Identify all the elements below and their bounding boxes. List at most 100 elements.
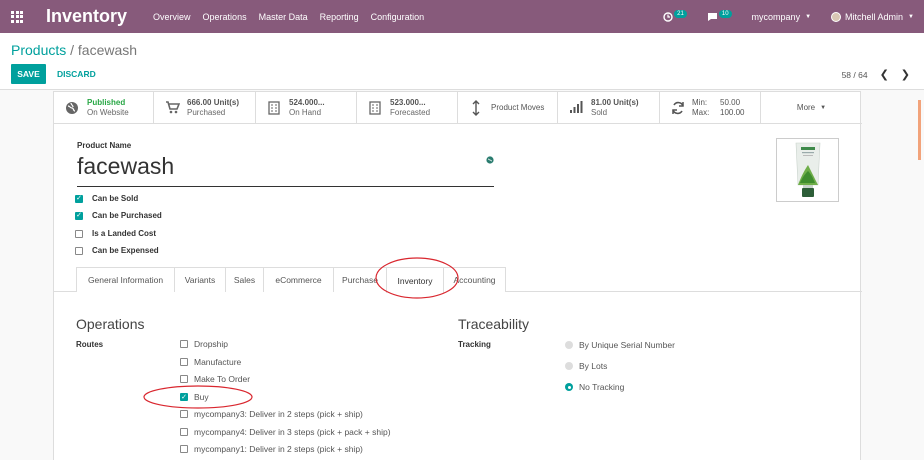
main-menu: Overview Operations Master Data Reportin… [153, 12, 436, 22]
route-checkbox[interactable] [180, 340, 188, 348]
can-be-sold-checkbox[interactable]: ✓ [75, 194, 83, 203]
can-be-purchased-row[interactable]: ✓ Can be Purchased [75, 211, 162, 220]
route-buy[interactable]: ✓ Buy [180, 392, 209, 402]
published-subtitle: On Website [87, 107, 129, 117]
sold-qty: 81.00 Unit(s) [591, 97, 639, 107]
purchased-qty: 666.00 Unit(s) [187, 97, 240, 107]
forecasted-qty: 523.000... [390, 97, 426, 107]
forecasted-label: Forecasted [390, 107, 431, 117]
company-switcher[interactable]: mycompany ▼ [752, 12, 811, 22]
tracking-none-option[interactable]: No Tracking [565, 382, 624, 392]
pager-value[interactable]: 58 / 64 [842, 70, 868, 80]
can-be-sold-row[interactable]: ✓ Can be Sold [75, 194, 138, 203]
activity-button[interactable]: 21 [663, 9, 687, 22]
pager: 58 / 64 ❮ ❯ [842, 68, 910, 81]
save-button[interactable]: SAVE [11, 64, 46, 84]
route-label: mycompany3: Deliver in 2 steps (pick + s… [194, 409, 363, 419]
tab-general-information[interactable]: General Information [76, 267, 175, 292]
route-checkbox[interactable]: ✓ [180, 393, 188, 401]
translate-globe-icon[interactable] [486, 156, 494, 164]
reordering-rules-button[interactable]: Min: 50.00 Max: 100.00 [660, 92, 761, 123]
menu-reporting[interactable]: Reporting [320, 12, 359, 22]
tab-accounting[interactable]: Accounting [443, 267, 506, 292]
purchased-button[interactable]: 666.00 Unit(s) Purchased [154, 92, 256, 123]
menu-overview[interactable]: Overview [153, 12, 191, 22]
route-mycompany1[interactable]: mycompany1: Deliver in 2 steps (pick + s… [180, 444, 363, 454]
menu-master-data[interactable]: Master Data [259, 12, 308, 22]
apps-menu-icon[interactable] [0, 0, 34, 33]
top-navbar: Inventory Overview Operations Master Dat… [0, 0, 924, 33]
messages-button[interactable]: 10 [707, 9, 732, 22]
tracking-serial-option[interactable]: By Unique Serial Number [565, 340, 675, 350]
landed-cost-row[interactable]: Is a Landed Cost [75, 229, 156, 238]
tab-inventory[interactable]: Inventory [386, 267, 444, 293]
route-mycompany3[interactable]: mycompany3: Deliver in 2 steps (pick + s… [180, 409, 363, 419]
discard-button[interactable]: DISCARD [57, 64, 96, 84]
product-image[interactable] [776, 138, 839, 202]
sold-button[interactable]: 81.00 Unit(s) Sold [558, 92, 660, 123]
radio-button[interactable] [565, 383, 573, 391]
pager-next-icon[interactable]: ❯ [901, 68, 910, 81]
landed-cost-checkbox[interactable] [75, 229, 83, 238]
app-brand[interactable]: Inventory [46, 6, 127, 27]
route-checkbox[interactable] [180, 375, 188, 383]
radio-button[interactable] [565, 362, 573, 370]
route-checkbox[interactable] [180, 410, 188, 418]
operations-heading: Operations [76, 316, 145, 332]
more-label: More [796, 103, 816, 112]
route-checkbox[interactable] [180, 445, 188, 453]
route-label: Dropship [194, 339, 229, 349]
forecasted-button[interactable]: 523.000... Forecasted [357, 92, 458, 123]
route-make-to-order[interactable]: Make To Order [180, 374, 250, 384]
globe-icon [64, 100, 80, 116]
tracking-option-label: By Unique Serial Number [579, 340, 675, 350]
navbar-systray: 21 10 mycompany ▼ Mitchell Admin ▼ [663, 0, 924, 33]
menu-configuration[interactable]: Configuration [371, 12, 425, 22]
pager-previous-icon[interactable]: ❮ [880, 68, 889, 81]
on-hand-button[interactable]: 524.000... On Hand [256, 92, 357, 123]
product-moves-label: Product Moves [491, 103, 545, 112]
sold-label: Sold [591, 107, 608, 117]
clock-icon [663, 11, 673, 22]
route-label: Buy [194, 392, 209, 402]
tracking-label: Tracking [458, 340, 491, 349]
purchased-label: Purchased [187, 107, 226, 117]
tab-ecommerce[interactable]: eCommerce [263, 267, 334, 292]
route-checkbox[interactable] [180, 428, 188, 436]
traceability-heading: Traceability [458, 316, 530, 332]
breadcrumb-current: facewash [77, 42, 138, 58]
tab-sales[interactable]: Sales [225, 267, 264, 292]
tracking-option-label: By Lots [579, 361, 608, 371]
can-be-expensed-checkbox[interactable] [75, 246, 83, 255]
user-menu[interactable]: Mitchell Admin ▼ [831, 11, 914, 22]
tab-purchase[interactable]: Purchase [333, 267, 387, 292]
route-manufacture[interactable]: Manufacture [180, 357, 241, 367]
on-hand-label: On Hand [289, 107, 322, 117]
max-value: 100.00 [720, 107, 745, 117]
product-name-input[interactable]: facewash [77, 153, 494, 187]
breadcrumb-products[interactable]: Products [11, 42, 66, 58]
bar-chart-icon [568, 100, 584, 116]
activity-badge: 21 [674, 9, 687, 18]
can-be-purchased-checkbox[interactable]: ✓ [75, 211, 83, 220]
can-be-expensed-row[interactable]: Can be Expensed [75, 246, 159, 255]
tracking-lots-option[interactable]: By Lots [565, 361, 607, 371]
smart-button-box: Published On Website 666.00 Unit(s) Purc… [54, 92, 862, 124]
route-checkbox[interactable] [180, 358, 188, 366]
radio-button[interactable] [565, 341, 573, 349]
published-button[interactable]: Published On Website [54, 92, 154, 123]
product-moves-button[interactable]: Product Moves [458, 92, 558, 123]
more-button[interactable]: More ▼ [761, 92, 862, 123]
scrollbar[interactable] [918, 100, 921, 160]
chat-icon [707, 12, 717, 21]
menu-operations[interactable]: Operations [203, 12, 247, 22]
min-max-values: Min: 50.00 Max: 100.00 [692, 98, 760, 118]
product-name-label: Product Name [77, 141, 132, 150]
avatar [831, 11, 842, 22]
route-dropship[interactable]: Dropship [180, 339, 228, 349]
building-icon [367, 100, 383, 116]
tab-variants[interactable]: Variants [174, 267, 226, 292]
route-mycompany4[interactable]: mycompany4: Deliver in 3 steps (pick + p… [180, 427, 391, 437]
notebook-tabs: General Information Variants Sales eComm… [54, 267, 862, 293]
routes-label: Routes [76, 340, 104, 349]
